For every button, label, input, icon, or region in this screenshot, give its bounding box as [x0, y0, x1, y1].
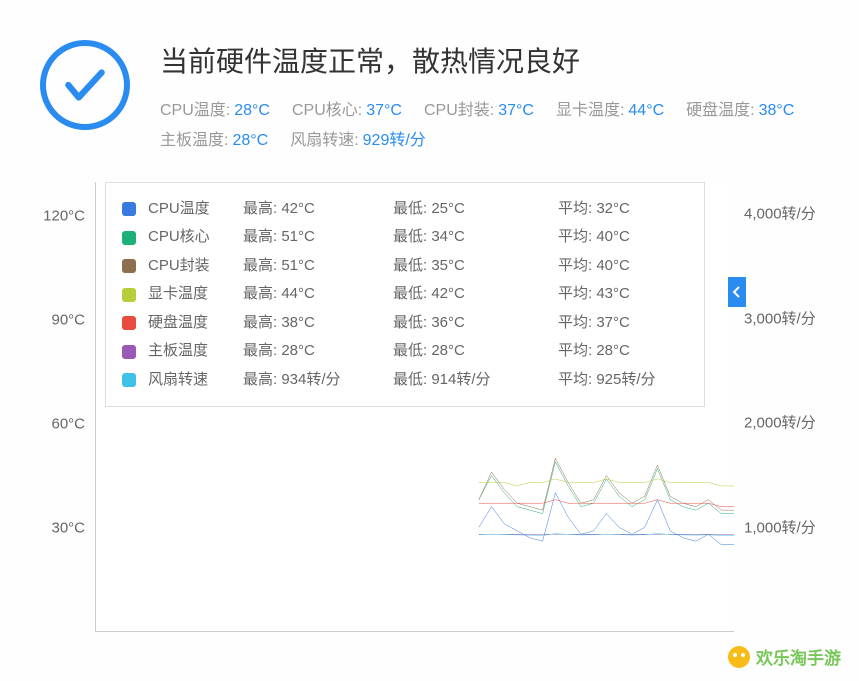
legend-max: 最高: 44°C	[243, 280, 393, 309]
reading-value: 44°C	[628, 102, 664, 119]
axis-tick: 120°C	[25, 208, 85, 225]
axis-tick: 90°C	[25, 312, 85, 329]
legend-row: CPU温度最高: 42°C最低: 25°C平均: 32°C	[122, 195, 688, 224]
legend-swatch	[122, 345, 136, 359]
series-line	[479, 458, 734, 510]
legend-row: 主板温度最高: 28°C最低: 28°C平均: 28°C	[122, 337, 688, 366]
legend-avg: 平均: 40°C	[558, 252, 688, 281]
reading-value: 38°C	[759, 102, 795, 119]
legend-swatch	[122, 316, 136, 330]
legend-min: 最低: 28°C	[393, 337, 558, 366]
reading-item: 风扇转速: 929转/分	[290, 126, 426, 156]
reading-item: 主板温度:28°C	[160, 126, 268, 156]
reading-value: 37°C	[498, 102, 534, 119]
legend-row: CPU核心最高: 51°C最低: 34°C平均: 40°C	[122, 223, 688, 252]
legend-min: 最低: 42°C	[393, 280, 558, 309]
reading-label: 风扇转速:	[290, 132, 358, 149]
legend-min: 最低: 914转/分	[393, 366, 558, 395]
axis-tick: 30°C	[25, 519, 85, 536]
legend-name: 显卡温度	[148, 280, 243, 309]
legend-avg: 平均: 925转/分	[558, 366, 688, 395]
legend-min: 最低: 35°C	[393, 252, 558, 281]
legend-max: 最高: 934转/分	[243, 366, 393, 395]
reading-value: 37°C	[366, 102, 402, 119]
legend-name: CPU核心	[148, 223, 243, 252]
legend-box: CPU温度最高: 42°C最低: 25°C平均: 32°CCPU核心最高: 51…	[105, 182, 705, 408]
legend-name: 风扇转速	[148, 366, 243, 395]
legend-avg: 平均: 43°C	[558, 280, 688, 309]
reading-label: CPU核心:	[292, 102, 362, 119]
series-line	[479, 500, 734, 507]
reading-label: CPU温度:	[160, 102, 230, 119]
legend-swatch	[122, 231, 136, 245]
legend-swatch	[122, 373, 136, 387]
legend-max: 最高: 38°C	[243, 309, 393, 338]
legend-avg: 平均: 32°C	[558, 195, 688, 224]
header-text: 当前硬件温度正常，散热情况良好 CPU温度:28°CCPU核心:37°CCPU封…	[160, 40, 819, 157]
axis-tick: 4,000转/分	[744, 203, 834, 224]
watermark-text: 欢乐淘手游	[756, 644, 841, 669]
legend-swatch	[122, 288, 136, 302]
reading-value: 28°C	[232, 132, 268, 149]
series-line	[479, 533, 734, 535]
legend-min: 最低: 25°C	[393, 195, 558, 224]
legend-min: 最低: 34°C	[393, 223, 558, 252]
axis-tick: 1,000转/分	[744, 517, 834, 538]
legend-max: 最高: 51°C	[243, 252, 393, 281]
reading-label: 硬盘温度:	[686, 102, 754, 119]
legend-swatch	[122, 202, 136, 216]
legend-avg: 平均: 40°C	[558, 223, 688, 252]
legend-row: CPU封装最高: 51°C最低: 35°C平均: 40°C	[122, 252, 688, 281]
watermark-face-icon	[728, 646, 750, 668]
reading-item: 显卡温度:44°C	[556, 96, 664, 126]
legend-name: 主板温度	[148, 337, 243, 366]
series-line	[479, 479, 734, 486]
reading-item: CPU温度:28°C	[160, 96, 270, 126]
reading-label: 主板温度:	[160, 132, 228, 149]
status-ok-icon	[40, 40, 130, 130]
legend-row: 硬盘温度最高: 38°C最低: 36°C平均: 37°C	[122, 309, 688, 338]
y-axis-right: 1,000转/分 2,000转/分 3,000转/分 4,000转/分	[744, 182, 834, 642]
reading-label: CPU封装:	[424, 102, 494, 119]
series-line	[479, 493, 734, 545]
axis-tick: 2,000转/分	[744, 412, 834, 433]
legend-name: 硬盘温度	[148, 309, 243, 338]
reading-item: 硬盘温度: 38°C	[686, 96, 794, 126]
legend-avg: 平均: 28°C	[558, 337, 688, 366]
y-axis-left: 30°C 60°C 90°C 120°C	[25, 182, 85, 642]
current-readings: CPU温度:28°CCPU核心:37°CCPU封装:37°C显卡温度:44°C硬…	[160, 96, 819, 157]
legend-row: 风扇转速最高: 934转/分最低: 914转/分平均: 925转/分	[122, 366, 688, 395]
axis-tick: 60°C	[25, 416, 85, 433]
reading-item: CPU核心:37°C	[292, 96, 402, 126]
reading-value: 929转/分	[363, 132, 426, 149]
legend-min: 最低: 36°C	[393, 309, 558, 338]
legend-name: CPU封装	[148, 252, 243, 281]
legend-row: 显卡温度最高: 44°C最低: 42°C平均: 43°C	[122, 280, 688, 309]
legend-max: 最高: 51°C	[243, 223, 393, 252]
axis-tick: 3,000转/分	[744, 307, 834, 328]
legend-swatch	[122, 259, 136, 273]
reading-label: 显卡温度:	[556, 102, 624, 119]
legend-max: 最高: 28°C	[243, 337, 393, 366]
legend-name: CPU温度	[148, 195, 243, 224]
header: 当前硬件温度正常，散热情况良好 CPU温度:28°CCPU核心:37°CCPU封…	[0, 0, 859, 167]
reading-item: CPU封装:37°C	[424, 96, 534, 126]
page-title: 当前硬件温度正常，散热情况良好	[160, 40, 819, 80]
series-line	[479, 462, 734, 514]
watermark: 欢乐淘手游	[728, 644, 841, 669]
legend-avg: 平均: 37°C	[558, 309, 688, 338]
legend-max: 最高: 42°C	[243, 195, 393, 224]
chart-area: CPU温度最高: 42°C最低: 25°C平均: 32°CCPU核心最高: 51…	[25, 182, 834, 642]
reading-value: 28°C	[234, 102, 270, 119]
